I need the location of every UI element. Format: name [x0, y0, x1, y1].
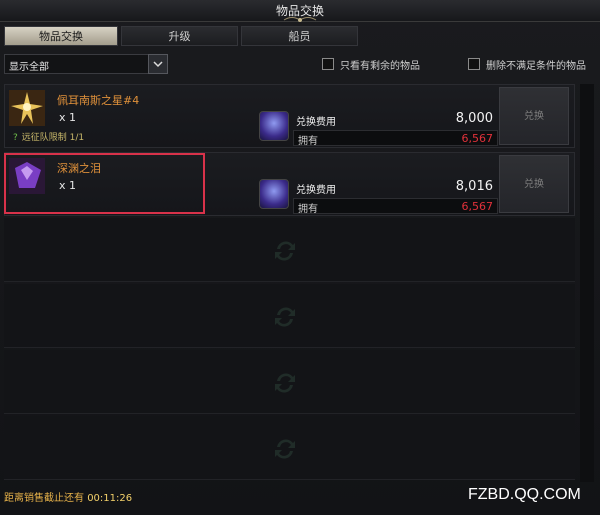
owned-bar: 拥有 6,567	[293, 130, 498, 147]
hide-unqualified-label: 删除不满足条件的物品	[486, 61, 586, 72]
watermark: FZBD.QQ.COM	[468, 486, 581, 503]
tab-item-exchange[interactable]: 物品交换	[4, 26, 118, 46]
refresh-icon	[275, 439, 295, 459]
dropdown-button[interactable]	[148, 54, 168, 74]
item-exchange-window: 物品交换 物品交换 升级 船员 显示全部 只看有剩余的物品 删除不满足条件的物品	[0, 0, 600, 515]
tab-upgrade[interactable]: 升级	[121, 26, 238, 46]
exchange-button[interactable]: 兑换	[499, 87, 569, 145]
only-remaining-label: 只看有剩余的物品	[340, 61, 420, 72]
owned-label: 拥有	[298, 204, 318, 215]
refresh-icon	[275, 241, 295, 261]
countdown-time: 00:11:26	[87, 493, 133, 504]
display-filter-value: 显示全部	[9, 62, 49, 73]
chevron-down-icon	[153, 61, 163, 68]
list-item: 佩耳南斯之星#4 x 1 ? 远征队限制 1/1 兑换费用 8,000 拥有 6,…	[4, 84, 575, 148]
empty-slot	[4, 218, 575, 282]
title-ornament-icon	[283, 17, 317, 22]
only-remaining-checkbox[interactable]	[322, 58, 334, 70]
empty-slot	[4, 350, 575, 414]
item-quantity: x 1	[59, 111, 77, 124]
item-name: 佩耳南斯之星#4	[57, 94, 140, 107]
cost-value: 8,000	[455, 111, 493, 126]
sale-countdown: 距离销售截止还有 00:11:26	[4, 489, 132, 504]
exchange-list: 佩耳南斯之星#4 x 1 ? 远征队限制 1/1 兑换费用 8,000 拥有 6,…	[4, 84, 575, 484]
countdown-label: 距离销售截止还有	[4, 493, 84, 504]
selection-highlight	[4, 153, 205, 214]
golden-star-icon	[9, 90, 45, 126]
refresh-icon	[275, 373, 295, 393]
list-scrollbar[interactable]	[580, 84, 594, 482]
title-bar: 物品交换	[0, 0, 600, 22]
cost-label: 兑换费用	[296, 185, 336, 196]
tab-crew[interactable]: 船员	[241, 26, 358, 46]
limit-text: 远征队限制 1/1	[21, 133, 85, 143]
currency-token-icon	[259, 179, 289, 209]
exchange-button[interactable]: 兑换	[499, 155, 569, 213]
cost-value: 8,016	[455, 179, 493, 194]
display-filter-select[interactable]: 显示全部	[4, 54, 168, 74]
tab-bar: 物品交换 升级 船员	[4, 26, 596, 46]
refresh-icon	[275, 307, 295, 327]
currency-token-icon	[259, 111, 289, 141]
filter-row: 显示全部 只看有剩余的物品 删除不满足条件的物品	[4, 54, 596, 74]
owned-value: 6,567	[461, 132, 494, 145]
owned-bar: 拥有 6,567	[293, 198, 498, 215]
help-icon: ?	[13, 133, 18, 143]
item-limit-note: ? 远征队限制 1/1	[13, 130, 84, 143]
owned-label: 拥有	[298, 136, 318, 147]
empty-slot	[4, 416, 575, 480]
owned-value: 6,567	[461, 200, 494, 213]
empty-slot	[4, 284, 575, 348]
cost-label: 兑换费用	[296, 117, 336, 128]
hide-unqualified-checkbox[interactable]	[468, 58, 480, 70]
